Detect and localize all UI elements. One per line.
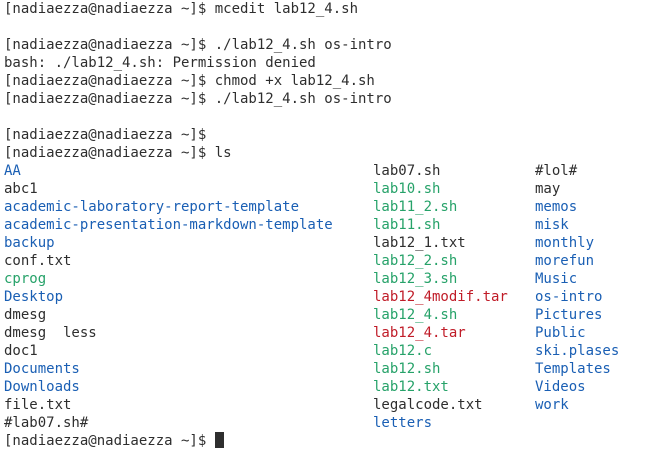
file-entry: #lol# [535,163,578,179]
ls-column-3: #lol# may memos misk monthly morefun Music os-i… [535,162,645,432]
prompt-text: [nadiaezza@nadiaezza ~]$ [4,127,215,143]
file-entry: lab11_2.sh [373,199,458,215]
file-entry: AA [4,163,21,179]
file-entry: monthly [535,235,595,251]
file-entry: backup [4,235,55,251]
history-line: [nadiaezza@nadiaezza ~]$ [4,126,647,144]
history-line [4,18,647,36]
file-entry: #lab07.sh# [4,415,89,431]
terminal-window[interactable]: [nadiaezza@nadiaezza ~]$ mcedit lab12_4.… [0,0,647,465]
file-entry: file.txt [4,397,72,413]
file-entry: lab11.sh [373,217,441,233]
file-entry: Templates [535,361,611,377]
command-text: bash: ./lab12_4.sh: Permission denied [4,55,316,71]
file-entry: lab12_2.sh [373,253,458,269]
file-entry: conf.txt [4,253,72,269]
ls-output: AA abc1 academic-laboratory-report-templat… [4,162,647,432]
file-entry: lab12_1.txt [373,235,466,251]
history-line: [nadiaezza@nadiaezza ~]$ ./lab12_4.sh os… [4,36,647,54]
file-entry: Downloads [4,379,80,395]
history-line: [nadiaezza@nadiaezza ~]$ chmod +x lab12_… [4,72,647,90]
file-entry: Documents [4,361,80,377]
file-entry: memos [535,199,578,215]
file-entry: lab07.sh [373,163,441,179]
file-entry: doc1 [4,343,38,359]
file-entry: Pictures [535,307,603,323]
file-entry: os-intro [535,289,603,305]
command-text: ./lab12_4.sh os-intro [214,37,392,53]
history-line: [nadiaezza@nadiaezza ~]$ ls [4,144,647,162]
prompt-text: [nadiaezza@nadiaezza ~]$ [4,433,215,449]
file-entry: Desktop [4,289,64,305]
file-entry: Public [535,325,586,341]
prompt-text: [nadiaezza@nadiaezza ~]$ [4,145,215,161]
file-entry: lab10.sh [373,181,441,197]
history-line: [nadiaezza@nadiaezza ~]$ ./lab12_4.sh os… [4,90,647,108]
command-text: ./lab12_4.sh os-intro [214,91,392,107]
file-entry: lab12_4modif.tar [373,289,508,305]
history-line: bash: ./lab12_4.sh: Permission denied [4,54,647,72]
prompt-text: [nadiaezza@nadiaezza ~]$ [4,37,215,53]
file-entry: misk [535,217,569,233]
file-entry: Videos [535,379,586,395]
command-text: chmod +x lab12_4.sh [214,73,375,89]
command-text: ls [214,145,232,161]
file-entry: lab12.sh [373,361,441,377]
file-entry: lab12_4.tar [373,325,466,341]
prompt-text: [nadiaezza@nadiaezza ~]$ [4,91,215,107]
file-entry: lab12_3.sh [373,271,458,287]
file-entry: lab12.txt [373,379,449,395]
file-entry: lab12_4.sh [373,307,458,323]
file-entry: morefun [535,253,595,269]
file-entry: ski.plases [535,343,620,359]
file-entry: legalcode.txt [373,397,483,413]
file-entry: dmesg [4,307,47,323]
ls-column-1: AA abc1 academic-laboratory-report-templat… [4,162,373,432]
file-entry: work [535,397,569,413]
command-history: [nadiaezza@nadiaezza ~]$ mcedit lab12_4.… [4,0,647,162]
block-cursor-icon [214,432,224,448]
file-entry: abc1 [4,181,38,197]
file-entry: Music [535,271,578,287]
file-entry: dmesg less [4,325,97,341]
file-entry: cprog [4,271,47,287]
history-line [4,108,647,126]
ls-column-2: lab07.sh lab10.sh lab11_2.sh lab11.sh lab12_… [373,162,535,432]
command-text: mcedit lab12_4.sh [214,1,359,17]
file-entry: academic-presentation-markdown-template [4,217,333,233]
file-entry: may [535,181,561,197]
file-entry: academic-laboratory-report-template [4,199,300,215]
file-entry: letters [373,415,433,431]
history-line: [nadiaezza@nadiaezza ~]$ mcedit lab12_4.… [4,0,647,18]
prompt-text: [nadiaezza@nadiaezza ~]$ [4,73,215,89]
file-entry: lab12.c [373,343,433,359]
active-prompt-line[interactable]: [nadiaezza@nadiaezza ~]$ [4,432,647,450]
prompt-text: [nadiaezza@nadiaezza ~]$ [4,1,215,17]
